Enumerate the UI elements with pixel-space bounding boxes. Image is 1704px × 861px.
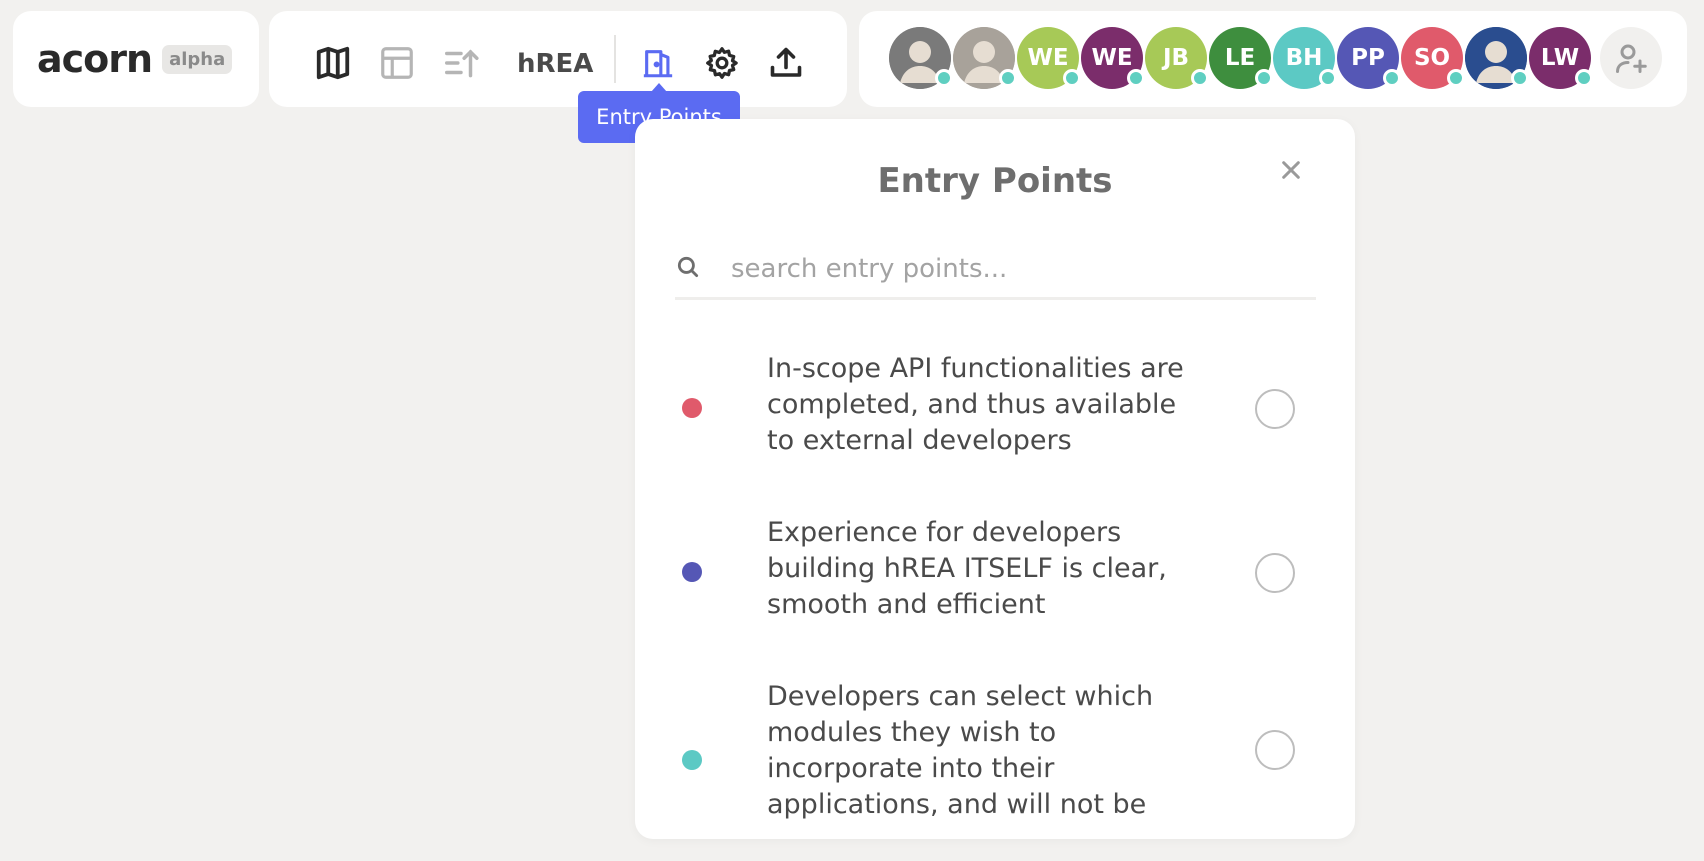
popup-title: Entry Points (877, 161, 1113, 201)
member-initials: PP (1351, 45, 1385, 71)
member-initials: LE (1224, 45, 1256, 71)
member-avatar[interactable]: LW (1529, 27, 1593, 89)
close-icon[interactable] (1275, 154, 1307, 186)
search-icon (675, 254, 705, 284)
add-member-button[interactable] (1600, 27, 1662, 89)
entry-point-title: Developers can select which modules they… (767, 681, 1154, 820)
online-status-dot (1255, 69, 1273, 87)
entry-point-item[interactable]: Experience for developers building hREA … (675, 515, 1316, 635)
view-toolbar: hREA (269, 11, 847, 107)
member-avatar[interactable]: JB (1145, 27, 1209, 89)
member-initials: WE (1091, 45, 1133, 71)
member-avatar[interactable] (953, 27, 1017, 89)
online-status-dot (1575, 69, 1593, 87)
members-panel: WE WE JB LE BH PP SO LW (859, 11, 1687, 107)
alpha-badge: alpha (162, 44, 233, 74)
table-icon[interactable] (377, 43, 417, 83)
online-status-dot (1383, 69, 1401, 87)
entry-point-title: Experience for developers building hREA … (767, 517, 1167, 620)
entry-point-item[interactable]: In-scope API functionalities are complet… (675, 351, 1316, 471)
online-status-dot (1063, 69, 1081, 87)
member-initials: LW (1540, 45, 1580, 71)
settings-icon[interactable] (702, 43, 742, 83)
entry-point-color-dot (682, 398, 702, 418)
member-avatar[interactable]: WE (1081, 27, 1145, 89)
online-status-dot (935, 69, 953, 87)
member-initials: BH (1285, 45, 1323, 71)
entry-points-popup: Entry Points In-scope API functionalitie… (635, 119, 1355, 839)
member-avatar[interactable]: WE (1017, 27, 1081, 89)
entry-point-color-dot (682, 750, 702, 770)
search-input[interactable] (731, 246, 1301, 292)
entry-point-radio[interactable] (1255, 389, 1295, 429)
online-status-dot (1127, 69, 1145, 87)
entry-points-icon[interactable] (638, 43, 678, 83)
entry-point-color-dot (682, 562, 702, 582)
priority-icon[interactable] (441, 43, 481, 83)
entry-point-item[interactable]: Developers can select which modules they… (675, 679, 1316, 839)
member-avatar[interactable] (1465, 27, 1529, 89)
entry-point-radio[interactable] (1255, 730, 1295, 770)
toolbar-divider (614, 35, 616, 83)
member-avatar[interactable]: LE (1209, 27, 1273, 89)
online-status-dot (1319, 69, 1337, 87)
online-status-dot (1191, 69, 1209, 87)
map-icon[interactable] (313, 43, 353, 83)
entry-point-title: In-scope API functionalities are complet… (767, 353, 1184, 456)
member-initials: WE (1027, 45, 1069, 71)
online-status-dot (1511, 69, 1529, 87)
project-name[interactable]: hREA (517, 49, 593, 79)
member-avatar[interactable]: PP (1337, 27, 1401, 89)
export-icon[interactable] (766, 43, 806, 83)
app-logo: acorn (37, 37, 153, 81)
online-status-dot (999, 69, 1017, 87)
member-initials: SO (1413, 45, 1451, 71)
member-avatar[interactable] (889, 27, 953, 89)
online-status-dot (1447, 69, 1465, 87)
member-initials: JB (1162, 45, 1190, 71)
logo-panel: acorn alpha (13, 11, 259, 107)
search-bar (675, 244, 1316, 300)
member-avatar[interactable]: SO (1401, 27, 1465, 89)
member-avatar[interactable]: BH (1273, 27, 1337, 89)
entry-point-radio[interactable] (1255, 553, 1295, 593)
